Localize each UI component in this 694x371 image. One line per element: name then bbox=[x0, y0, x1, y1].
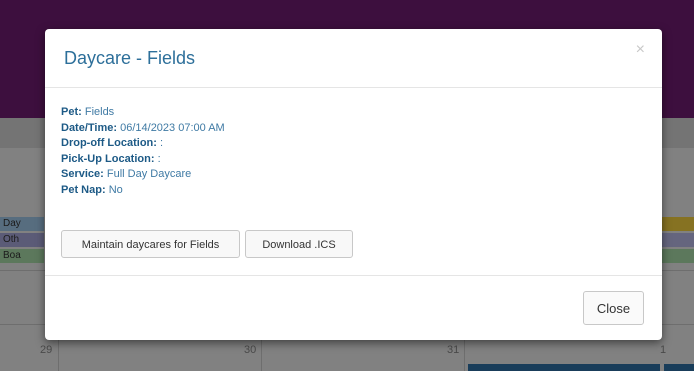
appointment-details: Pet: Fields Date/Time: 06/14/2023 07:00 … bbox=[61, 105, 225, 198]
modal-header: Daycare - Fields × bbox=[45, 29, 662, 88]
detail-pickup: Pick-Up Location: : bbox=[61, 152, 161, 165]
detail-service: Service: Full Day Daycare bbox=[61, 168, 192, 180]
daycare-modal: Daycare - Fields × Pet: Fields Date/Time… bbox=[45, 29, 662, 340]
detail-dropoff: Drop-off Location: : bbox=[61, 137, 164, 149]
close-button[interactable]: Close bbox=[583, 291, 644, 325]
maintain-daycares-button[interactable]: Maintain daycares for Fields bbox=[61, 230, 240, 258]
modal-footer-divider bbox=[45, 275, 662, 276]
close-icon[interactable]: × bbox=[636, 41, 645, 59]
detail-pet-nap: Pet Nap: No bbox=[61, 183, 123, 196]
detail-datetime: Date/Time: 06/14/2023 07:00 AM bbox=[61, 121, 225, 134]
modal-title: Daycare - Fields bbox=[64, 48, 196, 68]
detail-pet: Pet: Fields bbox=[61, 106, 115, 118]
download-ics-button[interactable]: Download .ICS bbox=[245, 230, 353, 258]
